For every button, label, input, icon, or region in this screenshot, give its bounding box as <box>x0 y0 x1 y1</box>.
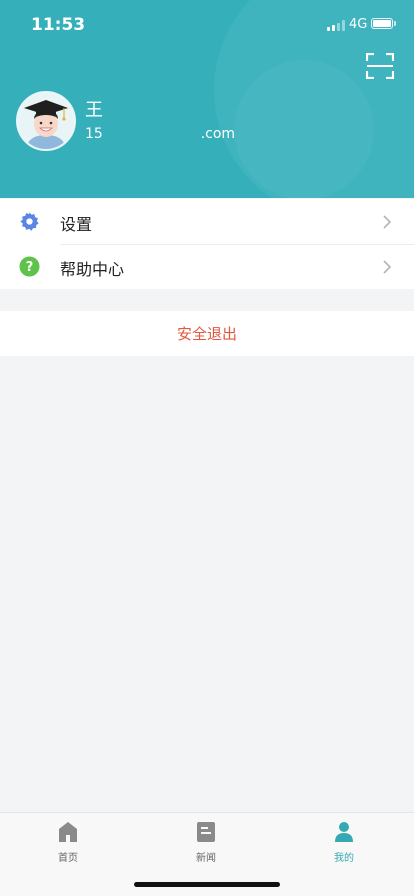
profile-icon <box>334 821 354 843</box>
tab-home[interactable]: 首页 <box>28 821 108 866</box>
logout-button[interactable]: 安全退出 <box>0 311 414 356</box>
menu-item-settings[interactable]: 设置 <box>0 199 414 244</box>
home-indicator[interactable] <box>134 882 280 887</box>
logout-label: 安全退出 <box>176 325 237 343</box>
tab-label: 首页 <box>58 853 78 864</box>
chevron-right-icon <box>382 214 392 229</box>
scan-button[interactable] <box>365 52 395 80</box>
user-name: 王 <box>85 100 103 121</box>
tab-news[interactable]: 新闻 <box>166 821 246 866</box>
status-time: 11:53 <box>31 15 86 35</box>
chevron-right-icon <box>382 259 392 274</box>
settings-menu: 设置 ? 帮助中心 <box>0 199 414 289</box>
avatar[interactable] <box>16 91 76 151</box>
status-bar: 11:53 4G <box>0 0 414 44</box>
network-type: 4G <box>349 17 368 32</box>
home-icon <box>58 821 78 843</box>
user-email: 15 .com <box>85 126 236 142</box>
battery-icon <box>371 18 393 29</box>
menu-item-help-center[interactable]: ? 帮助中心 <box>0 244 414 289</box>
menu-item-label: 帮助中心 <box>60 260 125 279</box>
tab-mine[interactable]: 我的 <box>304 821 384 866</box>
header-decoration <box>234 60 374 198</box>
battery-tip <box>394 21 396 26</box>
help-icon: ? <box>19 256 40 277</box>
svg-text:?: ? <box>26 260 34 275</box>
signal-icon <box>327 20 345 31</box>
profile-header: 11:53 4G 王 15 .com <box>0 0 414 198</box>
menu-item-label: 设置 <box>60 215 93 234</box>
graduate-avatar-icon <box>18 93 74 149</box>
gear-icon <box>19 211 40 232</box>
scan-icon <box>365 52 395 80</box>
news-icon <box>196 821 216 843</box>
tab-label: 我的 <box>334 853 354 864</box>
tab-label: 新闻 <box>196 853 216 864</box>
